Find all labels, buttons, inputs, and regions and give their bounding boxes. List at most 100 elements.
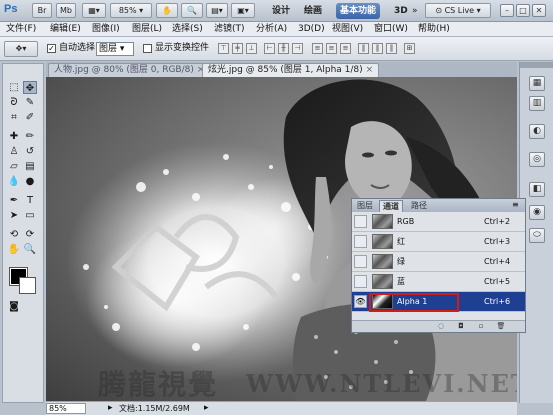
blur-tool-icon[interactable]: 💧 (7, 175, 21, 188)
lasso-tool-icon[interactable]: ᘐ (7, 96, 21, 109)
screen-mode-button[interactable]: ▣▾ (231, 3, 255, 18)
visibility-toggle[interactable] (354, 255, 367, 268)
channel-row-blue[interactable]: 蓝 Ctrl+5 (352, 272, 525, 292)
healing-brush-tool-icon[interactable]: ✚ (7, 130, 21, 143)
clone-stamp-tool-icon[interactable]: ♙ (7, 145, 21, 158)
align-vcenter-icon[interactable]: ╪ (232, 43, 243, 54)
distribute-vcenter-icon[interactable]: ≡ (326, 43, 337, 54)
eyedropper-tool-icon[interactable]: ✐ (23, 111, 37, 124)
workspace-painting[interactable]: 绘画 (304, 3, 322, 19)
workspace-design[interactable]: 设计 (272, 3, 290, 19)
brush-tool-icon[interactable]: ✏ (23, 130, 37, 143)
type-tool-icon[interactable]: T (23, 194, 37, 207)
tab-layers[interactable]: 图层 (354, 200, 376, 212)
workspace-more-button[interactable]: » (412, 3, 418, 19)
quick-select-tool-icon[interactable]: ✎ (23, 96, 37, 109)
color-panel-icon[interactable]: ▦ (529, 76, 545, 91)
auto-select-dropdown[interactable]: 图层 ▾ (96, 42, 134, 56)
menu-edit[interactable]: 编辑(E) (50, 23, 81, 36)
zoom-tool-button[interactable]: 🔍 (181, 3, 203, 18)
new-channel-icon[interactable]: ▫ (476, 322, 486, 331)
dodge-tool-icon[interactable]: ● (23, 175, 37, 188)
close-button[interactable]: ✕ (532, 4, 546, 17)
minimize-button[interactable]: – (500, 4, 514, 17)
align-top-icon[interactable]: ⊤ (218, 43, 229, 54)
distribute-left-icon[interactable]: ‖ (358, 43, 369, 54)
tab-channels[interactable]: 通道 (379, 200, 403, 212)
save-selection-icon[interactable]: ◘ (456, 322, 466, 331)
swatches-panel-icon[interactable]: ▥ (529, 96, 545, 111)
status-arrow-icon[interactable]: ▸ (108, 402, 113, 415)
show-transform-checkbox[interactable] (143, 44, 152, 53)
menu-image[interactable]: 图像(I) (92, 23, 120, 36)
load-selection-icon[interactable]: ◌ (436, 322, 446, 331)
background-color-swatch[interactable] (19, 277, 36, 294)
menu-analysis[interactable]: 分析(A) (256, 23, 287, 36)
menu-file[interactable]: 文件(F) (6, 23, 36, 36)
align-right-icon[interactable]: ⊣ (292, 43, 303, 54)
channel-row-green[interactable]: 绿 Ctrl+4 (352, 252, 525, 272)
delete-channel-icon[interactable]: 🗑 (496, 322, 506, 331)
paths-panel-icon[interactable]: ⬭ (529, 228, 545, 243)
view-extras-button[interactable]: ▦▾ (82, 3, 106, 18)
align-hcenter-icon[interactable]: ╫ (278, 43, 289, 54)
panel-menu-icon[interactable]: ≡ (512, 199, 519, 211)
align-bottom-icon[interactable]: ⊥ (246, 43, 257, 54)
arrange-documents-button[interactable]: ▤▾ (206, 3, 228, 18)
adjustments-panel-icon[interactable]: ◐ (529, 124, 545, 139)
hand-tool-button[interactable]: ✋ (156, 3, 178, 18)
dock-header[interactable] (520, 62, 553, 68)
distribute-bottom-icon[interactable]: ≡ (340, 43, 351, 54)
minibridge-button[interactable]: Mb (56, 3, 76, 18)
pen-tool-icon[interactable]: ✒ (7, 194, 21, 207)
maximize-button[interactable]: □ (516, 4, 530, 17)
channel-row-rgb[interactable]: RGB Ctrl+2 (352, 212, 525, 232)
tab-close-icon[interactable]: × (366, 65, 374, 75)
channel-row-red[interactable]: 红 Ctrl+3 (352, 232, 525, 252)
align-left-icon[interactable]: ⊢ (264, 43, 275, 54)
channel-row-alpha-1[interactable]: 👁 Alpha 1 Ctrl+6 (352, 292, 525, 312)
crop-tool-icon[interactable]: ⌗ (7, 111, 21, 124)
hand-tool-icon[interactable]: ✋ (7, 243, 21, 256)
workspace-essentials[interactable]: 基本功能 (336, 3, 381, 19)
channels-panel-icon[interactable]: ◉ (529, 205, 545, 220)
workspace-3d[interactable]: 3D (394, 3, 408, 19)
menu-layer[interactable]: 图层(L) (132, 23, 162, 36)
tab-paths[interactable]: 路径 (408, 200, 430, 212)
distribute-hcenter-icon[interactable]: ‖ (372, 43, 383, 54)
shape-tool-icon[interactable]: ▭ (23, 209, 37, 222)
bridge-button[interactable]: Br (32, 3, 52, 18)
distribute-right-icon[interactable]: ‖ (386, 43, 397, 54)
status-zoom-field[interactable]: 85% (46, 403, 86, 414)
auto-align-icon[interactable]: ⊞ (404, 43, 415, 54)
distribute-top-icon[interactable]: ≡ (312, 43, 323, 54)
tab-document-1[interactable]: 人物.jpg @ 80% (图层 0, RGB/8) × (48, 63, 211, 77)
zoom-level-select[interactable]: 85% ▾ (110, 3, 152, 18)
cs-live-button[interactable]: ⊙ CS Live ▾ (425, 3, 491, 18)
tool-preset-picker[interactable]: ✥▾ (4, 41, 38, 57)
menu-help[interactable]: 帮助(H) (418, 23, 450, 36)
menu-filter[interactable]: 滤镜(T) (214, 23, 245, 36)
move-tool-icon[interactable]: ✥ (23, 81, 37, 94)
3d-rotate-tool-icon[interactable]: ⟲ (7, 228, 21, 241)
quick-mask-icon[interactable]: ◙ (7, 300, 21, 313)
menu-window[interactable]: 窗口(W) (374, 23, 408, 36)
eye-icon[interactable]: 👁 (354, 295, 367, 308)
layers-panel-icon[interactable]: ◧ (529, 182, 545, 197)
visibility-toggle[interactable] (354, 235, 367, 248)
3d-orbit-tool-icon[interactable]: ⟳ (23, 228, 37, 241)
status-menu-arrow-icon[interactable]: ▸ (204, 402, 209, 415)
visibility-toggle[interactable] (354, 215, 367, 228)
path-selection-tool-icon[interactable]: ➤ (7, 209, 21, 222)
menu-select[interactable]: 选择(S) (172, 23, 203, 36)
visibility-toggle[interactable] (354, 275, 367, 288)
eraser-tool-icon[interactable]: ▱ (7, 160, 21, 173)
tab-document-2[interactable]: 炫光.jpg @ 85% (图层 1, Alpha 1/8) × (202, 63, 380, 77)
zoom-tool-icon[interactable]: 🔍 (23, 243, 37, 256)
menu-3d[interactable]: 3D(D) (298, 23, 325, 36)
auto-select-checkbox[interactable]: ✓ (47, 44, 56, 53)
gradient-tool-icon[interactable]: ▤ (23, 160, 37, 173)
marquee-tool-icon[interactable]: ⬚ (7, 81, 21, 94)
masks-panel-icon[interactable]: ◎ (529, 152, 545, 167)
history-brush-tool-icon[interactable]: ↺ (23, 145, 37, 158)
